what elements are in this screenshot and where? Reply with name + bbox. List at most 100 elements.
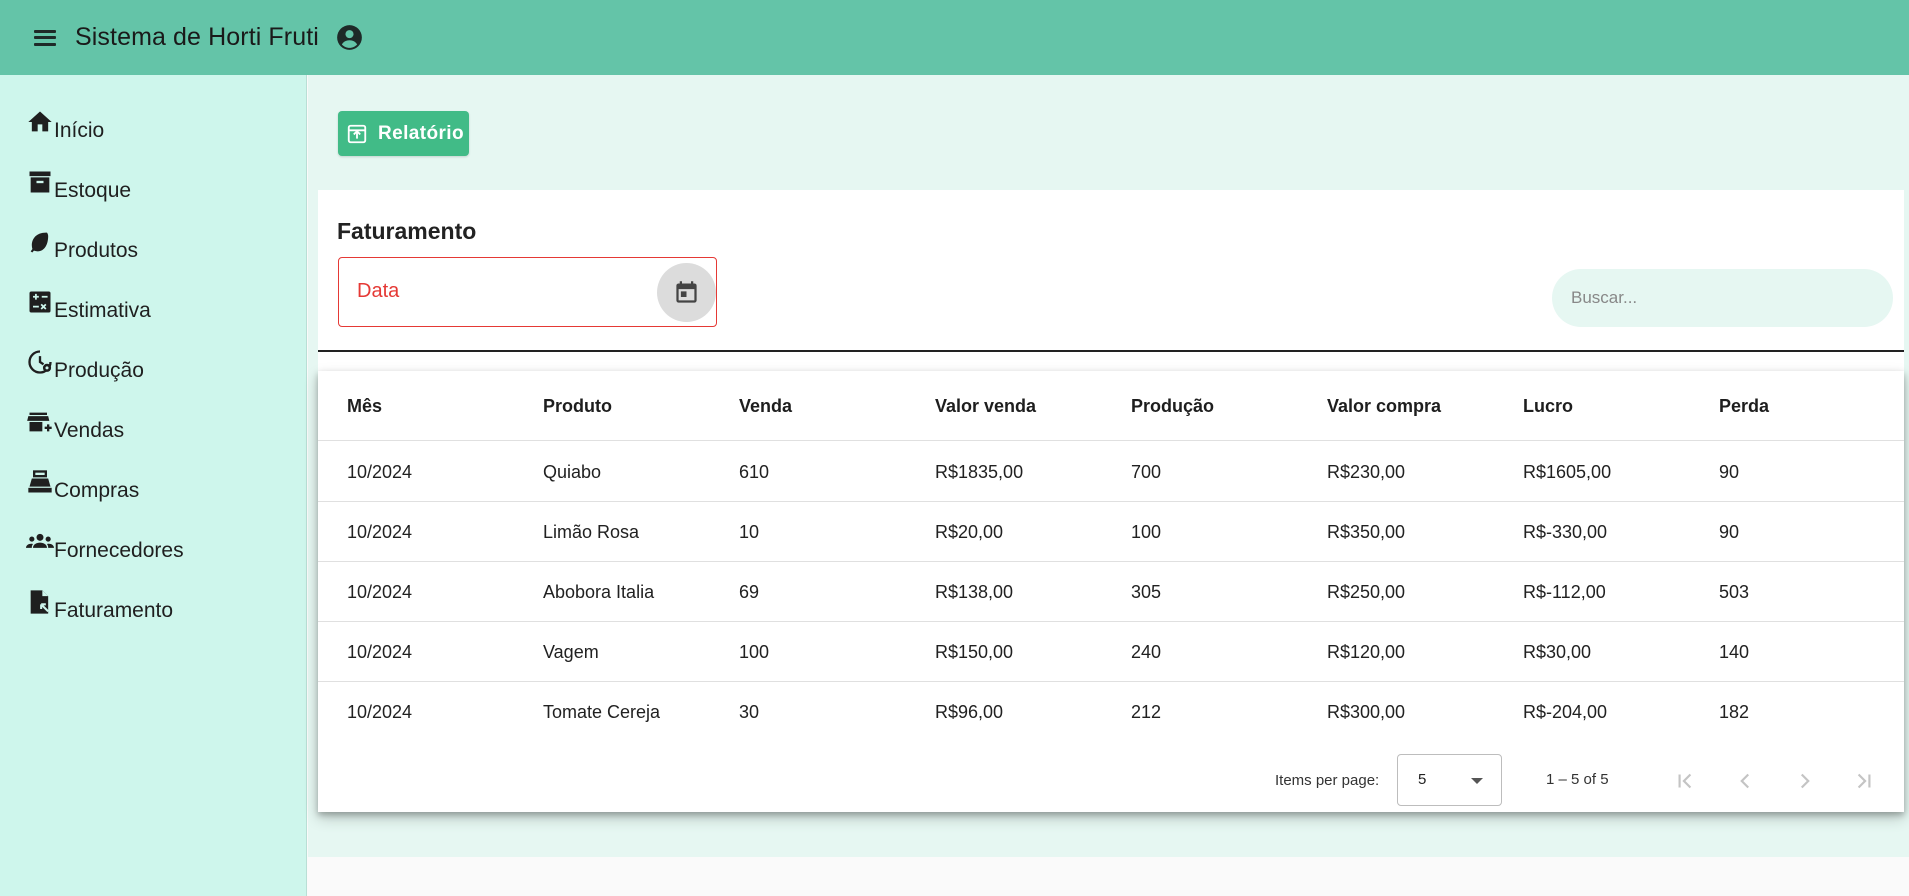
table-cell: Abobora Italia: [543, 582, 655, 602]
sidebar-item-estimativa[interactable]: Estimativa: [26, 288, 151, 322]
table-cell: R$230,00: [1327, 462, 1406, 482]
table-cell: 212: [1131, 702, 1162, 722]
sidebar-item-compras[interactable]: Compras: [26, 468, 139, 502]
sidebar-item-label: Início: [54, 119, 105, 142]
column-header-producao[interactable]: Produção: [1131, 396, 1214, 417]
items-per-page-label: Items per page:: [1275, 772, 1380, 789]
table-cell: Limão Rosa: [543, 522, 640, 542]
app-header: Sistema de Horti Fruti: [0, 0, 1909, 75]
table-cell: 10/2024: [347, 522, 413, 542]
column-header-valor-venda[interactable]: Valor venda: [935, 396, 1036, 417]
table-cell: 90: [1719, 462, 1740, 482]
search-input[interactable]: [1552, 269, 1893, 327]
table-cell: R$-330,00: [1523, 522, 1608, 542]
table-cell: 305: [1131, 582, 1162, 602]
last-page-button[interactable]: [1846, 763, 1882, 799]
table-row[interactable]: 10/2024 Tomate Cereja 30 R$96,00 212 R$3…: [318, 682, 1904, 742]
table-cell: R$300,00: [1327, 702, 1406, 722]
sidebar-item-label: Estimativa: [54, 299, 151, 322]
table-cell: 503: [1719, 582, 1750, 602]
table-cell: 100: [1131, 522, 1162, 542]
table-cell: R$96,00: [935, 702, 1004, 722]
table-cell: Tomate Cereja: [543, 702, 661, 722]
first-page-icon: [1678, 773, 1692, 789]
column-header-lucro[interactable]: Lucro: [1523, 396, 1573, 417]
sidebar-item-label: Faturamento: [54, 599, 174, 622]
calendar-icon: [676, 281, 697, 303]
table-cell: R$150,00: [935, 642, 1014, 662]
table-cell: 182: [1719, 702, 1750, 722]
history-settings-icon: [28, 350, 52, 374]
column-header-mes[interactable]: Mês: [347, 396, 382, 417]
sidebar-item-label: Fornecedores: [54, 539, 184, 562]
sidebar-item-label: Produção: [54, 359, 144, 382]
sidebar-item-label: Estoque: [54, 179, 132, 202]
file-export-icon: [30, 590, 49, 614]
paginator: Items per page: 5 1 – 5 of 5: [318, 751, 1904, 811]
sidebar-item-vendas[interactable]: Vendas: [26, 408, 124, 442]
table-header: Mês Produto Venda Valor venda Produção V…: [318, 371, 1904, 441]
report-button-label: Relatório: [378, 122, 464, 144]
account-circle-icon[interactable]: [336, 24, 363, 51]
page-size-select[interactable]: 5: [1397, 754, 1502, 806]
page-range-label: 1 – 5 of 5: [1546, 771, 1609, 788]
home-icon: [28, 111, 52, 132]
table-cell: 69: [739, 582, 760, 602]
table-cell: R$138,00: [935, 582, 1014, 602]
groups-icon: [26, 533, 54, 548]
table-cell: R$20,00: [935, 522, 1004, 542]
table-cell: R$-204,00: [1523, 702, 1608, 722]
divider: [318, 350, 1904, 352]
table-cell: R$30,00: [1523, 642, 1592, 662]
first-page-button[interactable]: [1667, 763, 1703, 799]
page-size-value: 5: [1418, 771, 1427, 788]
table-cell: 610: [739, 462, 770, 482]
report-icon: [347, 124, 367, 143]
sidebar-item-faturamento[interactable]: Faturamento: [26, 588, 173, 622]
chevron-right-icon: [1800, 773, 1810, 789]
sidebar-item-label: Compras: [54, 479, 140, 502]
chevron-down-icon: [1471, 778, 1483, 784]
report-button[interactable]: Relatório: [338, 111, 469, 156]
table-cell: 10: [739, 522, 760, 542]
column-header-perda[interactable]: Perda: [1719, 396, 1769, 417]
sidebar-item-inicio[interactable]: Início: [26, 108, 104, 142]
archive-icon: [29, 171, 51, 193]
calculator-icon: [29, 291, 51, 313]
table-row[interactable]: 10/2024 Quiabo 610 R$1835,00 700 R$230,0…: [318, 442, 1904, 502]
billing-table: Mês Produto Venda Valor venda Produção V…: [318, 371, 1904, 812]
date-placeholder: Data: [357, 280, 400, 302]
table-row[interactable]: 10/2024 Abobora Italia 69 R$138,00 305 R…: [318, 562, 1904, 622]
table-cell: 10/2024: [347, 642, 413, 662]
table-row[interactable]: 10/2024 Vagem 100 R$150,00 240 R$120,00 …: [318, 622, 1904, 682]
datepicker-toggle-button[interactable]: [657, 263, 716, 322]
next-page-button[interactable]: [1787, 763, 1823, 799]
sidebar-item-estoque[interactable]: Estoque: [26, 168, 131, 202]
table-cell: 700: [1131, 462, 1162, 482]
table-cell: Quiabo: [543, 462, 602, 482]
table-cell: R$-112,00: [1523, 582, 1606, 602]
column-header-venda[interactable]: Venda: [739, 396, 792, 417]
column-header-produto[interactable]: Produto: [543, 396, 612, 417]
table-cell: Vagem: [543, 642, 599, 662]
sidebar-item-fornecedores[interactable]: Fornecedores: [26, 528, 184, 562]
column-header-valor-compra[interactable]: Valor compra: [1327, 396, 1441, 417]
table-cell: 10/2024: [347, 462, 413, 482]
chevron-left-icon: [1740, 773, 1750, 789]
page-title: Faturamento: [337, 218, 477, 244]
table-cell: R$120,00: [1327, 642, 1406, 662]
previous-page-button[interactable]: [1727, 763, 1763, 799]
sidebar-item-label: Vendas: [54, 419, 125, 442]
table-cell: 10/2024: [347, 582, 413, 602]
store-add-icon: [27, 412, 52, 432]
table-cell: 90: [1719, 522, 1740, 542]
sidebar-item-produtos[interactable]: Produtos: [26, 228, 138, 262]
table-row[interactable]: 10/2024 Limão Rosa 10 R$20,00 100 R$350,…: [318, 502, 1904, 562]
menu-icon[interactable]: [32, 28, 58, 48]
sidebar-item-label: Produtos: [54, 239, 139, 262]
cash-register-icon: [28, 470, 52, 493]
sidebar-item-producao[interactable]: Produção: [26, 348, 144, 382]
table-cell: 10/2024: [347, 702, 413, 722]
table-cell: R$1605,00: [1523, 462, 1612, 482]
table-cell: R$250,00: [1327, 582, 1406, 602]
